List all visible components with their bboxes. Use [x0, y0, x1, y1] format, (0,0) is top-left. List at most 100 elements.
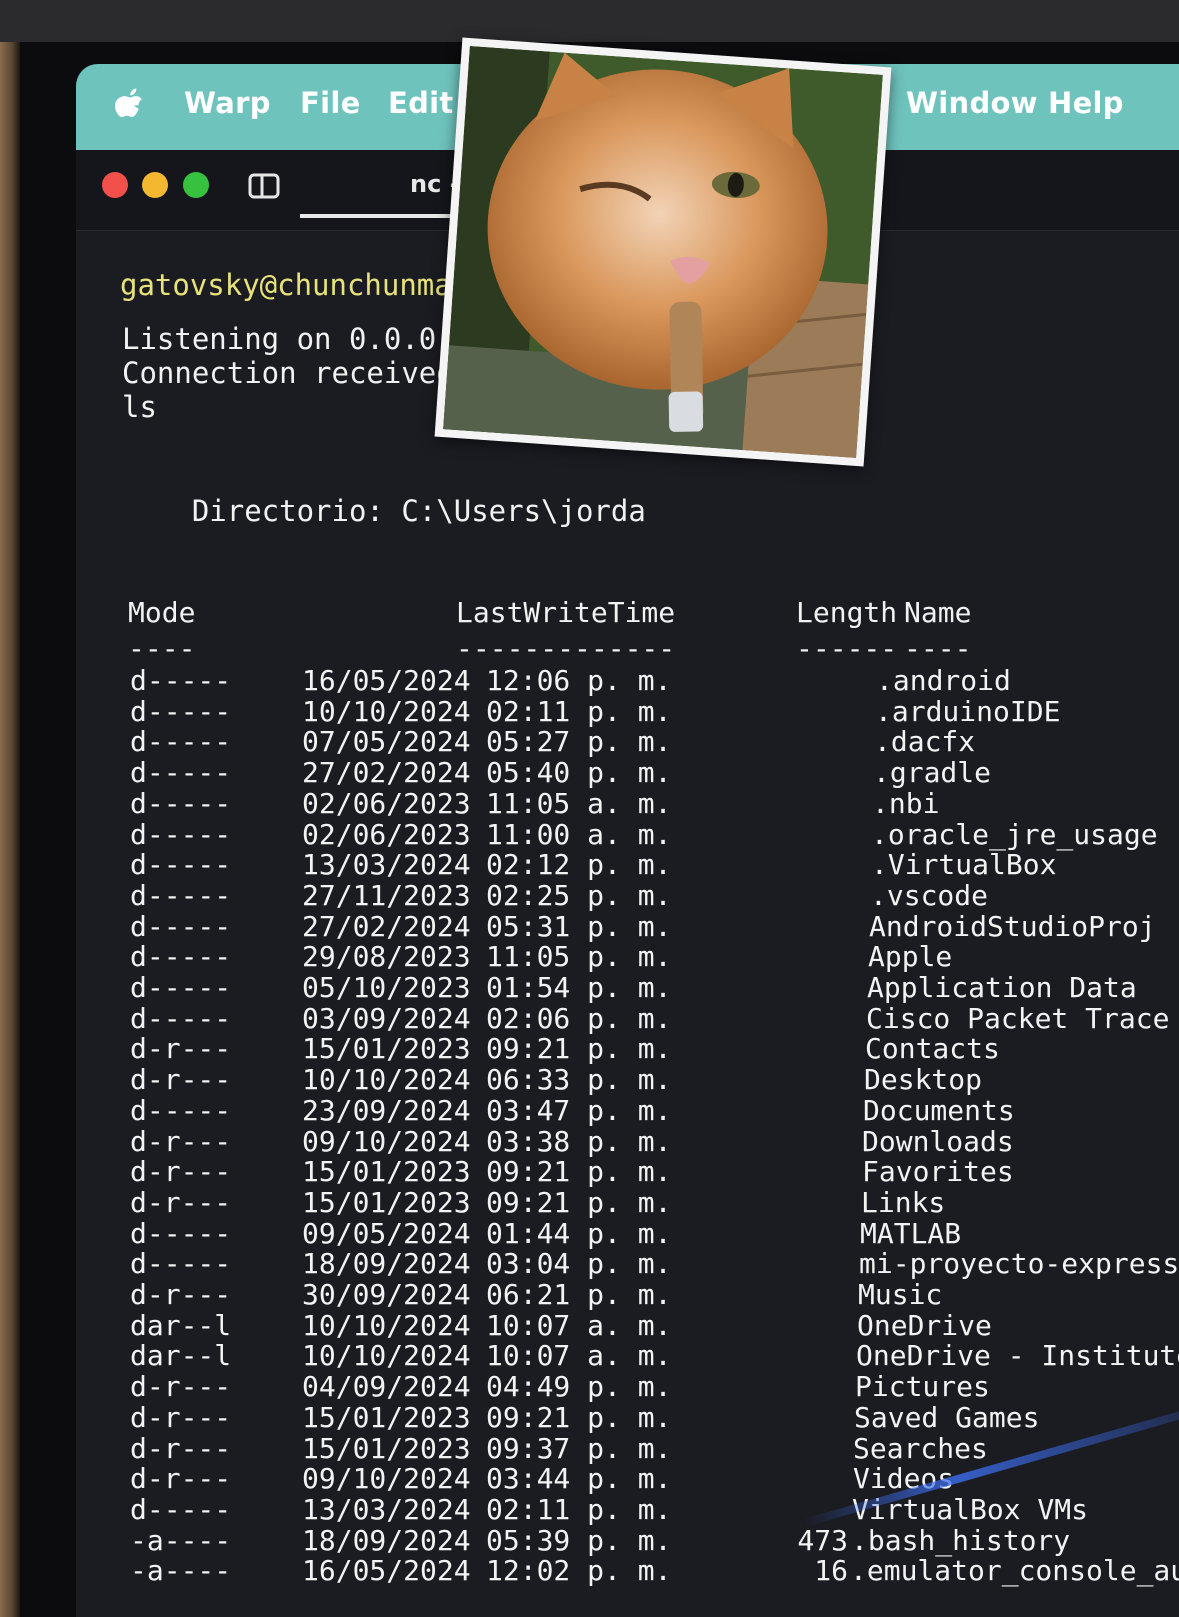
entry-time: 09:21 p. m. [486, 1155, 672, 1189]
entry-name: .vscode [870, 878, 989, 912]
entry-mode: d----- [130, 664, 232, 697]
directory-entry-row: d----- 02/06/2023 11:00 a. m. .oracle_jre_u… [76, 817, 1179, 851]
entry-time: 06:33 p. m. [486, 1063, 672, 1097]
entry-date: 07/05/2024 [302, 725, 471, 759]
entry-date: 15/01/2023 [302, 1032, 471, 1066]
entry-mode: -a---- [130, 1523, 232, 1557]
directory-entry-row: d----- 16/05/2024 12:06 p. m. .android [76, 664, 1179, 697]
cat-photo-icon [443, 46, 883, 458]
entry-time: 09:37 p. m. [486, 1431, 672, 1465]
entry-mode: d----- [130, 756, 232, 790]
entry-date: 13/03/2024 [302, 848, 471, 882]
minimize-window-button[interactable] [142, 172, 168, 198]
entry-mode: d----- [130, 1247, 232, 1281]
entry-date: 04/09/2024 [302, 1370, 471, 1404]
background-edge [0, 42, 20, 1617]
entry-date: 15/01/2023 [302, 1431, 471, 1465]
entry-mode: d----- [130, 817, 232, 851]
directory-entry-row: dar--l 10/10/2024 10:07 a. m. OneDrive [76, 1308, 1179, 1342]
terminal-output-line: Listening on 0.0.0.0 [122, 322, 472, 356]
entry-name: .oracle_jre_usage [871, 817, 1158, 851]
directory-entry-row: d----- 05/10/2023 01:54 p. m. Application D… [76, 971, 1179, 1004]
entry-name: AndroidStudioProj [869, 909, 1156, 943]
directory-entry-row: d----- 10/10/2024 02:11 p. m. .arduinoIDE [76, 694, 1179, 728]
directory-entry-row: d-r--- 15/01/2023 09:21 p. m. Links [76, 1185, 1179, 1219]
close-window-button[interactable] [102, 172, 128, 198]
entry-time: 02:12 p. m. [486, 848, 672, 882]
entry-name: Searches [853, 1431, 988, 1465]
entry-mode: d----- [130, 878, 232, 912]
entry-mode: dar--l [130, 1339, 232, 1373]
entry-mode: d----- [130, 971, 232, 1004]
directory-entry-row: d----- 18/09/2024 03:04 p. m. mi-proyecto-e… [76, 1247, 1179, 1281]
entry-time: 03:04 p. m. [486, 1247, 672, 1281]
terminal-output-line: Connection received [122, 356, 454, 390]
entry-mode: d----- [130, 848, 232, 882]
column-separator: ---- [904, 632, 972, 665]
column-header-length: Length [796, 596, 898, 629]
entry-mode: -a---- [130, 1554, 232, 1588]
directory-entry-row: dar--l 10/10/2024 10:07 a. m. OneDrive - In… [76, 1339, 1179, 1373]
entry-time: 05:27 p. m. [486, 725, 672, 759]
entry-date: 18/09/2024 [302, 1247, 471, 1281]
entry-date: 09/10/2024 [302, 1124, 471, 1158]
entry-name: OneDrive - Institute [856, 1339, 1179, 1373]
entry-mode: d----- [130, 1216, 232, 1250]
entry-mode: d-r--- [130, 1155, 232, 1189]
entry-time: 04:49 p. m. [486, 1370, 672, 1404]
entry-name: .arduinoIDE [875, 694, 1061, 728]
entry-time: 11:05 p. m. [486, 940, 672, 974]
entry-mode: d----- [130, 694, 232, 728]
cat-photo-overlay [434, 37, 892, 467]
entry-time: 05:39 p. m. [486, 1523, 672, 1557]
menu-window[interactable]: Window [906, 86, 1038, 120]
menu-edit[interactable]: Edit [388, 86, 454, 120]
directory-entry-row: d----- 07/05/2024 05:27 p. m. .dacfx [76, 725, 1179, 759]
entry-date: 10/10/2024 [302, 1308, 471, 1342]
entry-length: 16 [814, 1554, 848, 1588]
directory-entry-row: d----- 27/11/2023 02:25 p. m. .vscode [76, 878, 1179, 912]
column-header-mode: Mode [128, 596, 196, 629]
entry-name: .VirtualBox [871, 848, 1057, 882]
entry-mode: d-r--- [130, 1431, 232, 1465]
entry-time: 11:05 a. m. [486, 786, 672, 820]
zoom-window-button[interactable] [183, 172, 209, 198]
directory-entry-row: d-r--- 04/09/2024 04:49 p. m. Pictures [76, 1370, 1179, 1404]
entry-mode: d-r--- [130, 1462, 232, 1496]
entry-name: .nbi [872, 786, 940, 820]
entry-date: 18/09/2024 [302, 1523, 471, 1557]
entry-name: Cisco Packet Trace [866, 1001, 1170, 1035]
directory-entry-row: d-r--- 10/10/2024 06:33 p. m. Desktop [76, 1063, 1179, 1097]
entry-time: 09:21 p. m. [486, 1032, 672, 1066]
entry-time: 03:38 p. m. [486, 1124, 672, 1158]
entry-mode: d-r--- [130, 1370, 232, 1404]
entry-name: Links [861, 1185, 946, 1219]
entry-time: 02:06 p. m. [486, 1001, 672, 1035]
split-pane-icon[interactable] [248, 172, 280, 200]
column-header-name: Name [904, 596, 972, 629]
menu-warp[interactable]: Warp [184, 86, 271, 120]
menu-help[interactable]: Help [1048, 86, 1124, 120]
directory-entry-row: d----- 02/06/2023 11:05 a. m. .nbi [76, 786, 1179, 820]
entry-date: 23/09/2024 [302, 1093, 471, 1127]
entry-mode: d----- [130, 909, 232, 943]
entry-name: Pictures [855, 1370, 990, 1404]
entry-date: 09/05/2024 [302, 1216, 471, 1250]
entry-name: Apple [868, 940, 953, 974]
apple-logo-icon[interactable] [114, 86, 144, 122]
entry-mode: d-r--- [130, 1063, 232, 1097]
entry-name: MATLAB [860, 1216, 962, 1250]
entry-date: 15/01/2023 [302, 1155, 471, 1189]
entry-name: .emulator_console_au [850, 1554, 1179, 1588]
directory-entry-row: d-r--- 09/10/2024 03:38 p. m. Downloads [76, 1124, 1179, 1158]
entry-date: 27/11/2023 [302, 878, 471, 912]
entry-mode: d----- [130, 1492, 232, 1526]
entry-date: 15/01/2023 [302, 1400, 471, 1434]
entry-mode: d-r--- [130, 1032, 232, 1066]
entry-time: 09:21 p. m. [486, 1400, 672, 1434]
entry-mode: d----- [130, 725, 232, 759]
entry-mode: d-r--- [130, 1124, 232, 1158]
entry-mode: d-r--- [130, 1278, 232, 1311]
menu-file[interactable]: File [300, 86, 361, 120]
entry-time: 01:54 p. m. [486, 971, 672, 1004]
